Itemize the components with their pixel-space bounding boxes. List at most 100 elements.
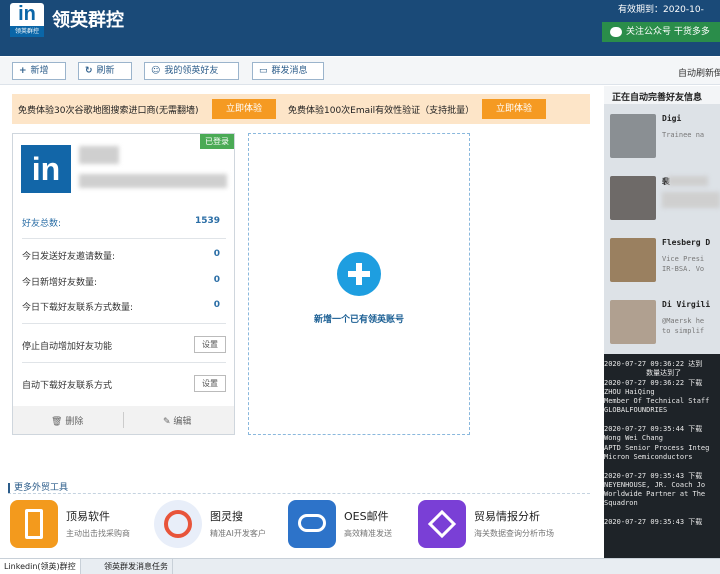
plus-circle-icon — [337, 252, 381, 296]
app-logo: in 领英群控 — [10, 3, 44, 37]
refresh-button[interactable]: ↻ 刷新 — [78, 62, 132, 80]
tool-name: 图灵搜 — [210, 510, 243, 523]
delete-button[interactable]: 🗑 删除 — [51, 414, 83, 427]
tool-desc: 高效精准发送 — [344, 529, 392, 538]
auto-refresh-countdown: 自动刷新倒 — [678, 69, 720, 79]
edit-button[interactable]: ✎ 编辑 — [163, 414, 191, 427]
tool-name: OES邮件 — [344, 510, 389, 523]
logo-text: in — [18, 3, 36, 25]
friends-total-label: 好友总数: — [22, 219, 62, 229]
cloud-mail-icon — [288, 500, 336, 548]
broadcast-message-button[interactable]: ▭ 群发消息 — [252, 62, 324, 80]
activity-log: 2020-07-27 09:36:22 达到 数量达到了 2020-07-27 … — [604, 354, 720, 558]
tab-linkedin-control[interactable]: Linkedin(领英)群控 — [0, 559, 81, 574]
tool-tulingsou[interactable]: 图灵搜 精准AI开发客户 — [154, 500, 304, 552]
divider — [123, 412, 124, 428]
users-icon: ☺ — [151, 66, 161, 76]
title-redacted — [662, 192, 720, 208]
wechat-icon — [610, 27, 622, 37]
stat-row: 今日发送好友邀请数量: 0 — [22, 249, 226, 262]
people-list: Digi Trainee na 裴 Flesberg D Vice Presi … — [604, 104, 720, 354]
message-label: 群发消息 — [271, 66, 308, 76]
person-title: Vice Presi IR-BSA. Vo — [662, 255, 705, 273]
promo-text-maps: 免费体验30次谷歌地图搜索进口商(无需翻墙) — [18, 106, 199, 116]
avatar — [610, 176, 656, 220]
follow-label: 关注公众号 干货多多 — [626, 27, 710, 37]
try-maps-button[interactable]: 立即体验 — [212, 99, 276, 119]
add-label: 新增 — [30, 66, 49, 76]
avatar — [610, 114, 656, 158]
my-friends-button[interactable]: ☺ 我的领英好友 — [144, 62, 239, 80]
stat-label: 今日新增好友数量: — [22, 278, 98, 288]
refresh-icon: ↻ — [85, 66, 93, 76]
tulingsou-icon — [154, 500, 202, 548]
stat-label: 今日下载好友联系方式数量: — [22, 303, 134, 313]
message-icon: ▭ — [259, 66, 268, 76]
sidebar: 正在自动完善好友信息 Digi Trainee na 裴 Flesberg D … — [604, 86, 720, 558]
stop-auto-add-settings-button[interactable]: 设置 — [194, 336, 226, 353]
stat-row: 今日下载好友联系方式数量: 0 — [22, 300, 226, 313]
app-title: 领英群控 — [52, 10, 124, 31]
stat-value: 0 — [213, 275, 220, 285]
add-button[interactable]: + 新增 — [12, 62, 66, 80]
list-item: Di Virgili @Maersk he to simplif — [604, 290, 720, 352]
stat-value: 0 — [213, 300, 220, 310]
tool-desc: 海关数据查询分析市场 — [474, 529, 554, 538]
network-icon — [418, 500, 466, 548]
person-name: Flesberg D — [662, 238, 711, 247]
person-name: Digi — [662, 114, 682, 123]
stat-label: 今日发送好友邀请数量: — [22, 252, 116, 262]
tool-desc: 主动出击找采购商 — [66, 529, 130, 538]
trash-icon: 🗑 — [51, 417, 63, 427]
tool-trade-intel[interactable]: 贸易情报分析 海关数据查询分析市场 — [418, 500, 568, 552]
linkedin-logo: in — [21, 145, 71, 193]
list-item: 裴 — [604, 166, 720, 228]
more-tools-header: 更多外贸工具 — [8, 480, 590, 494]
tool-oes-mail[interactable]: OES邮件 高效精准发送 — [288, 500, 438, 552]
divider — [22, 362, 226, 363]
auto-download-settings-button[interactable]: 设置 — [194, 375, 226, 392]
tool-name: 贸易情报分析 — [474, 510, 540, 523]
edit-label: 编辑 — [173, 417, 192, 427]
add-account-label: 新增一个已有领英账号 — [313, 315, 404, 325]
divider — [22, 323, 226, 324]
person-name: Di Virgili — [662, 300, 711, 309]
list-item: Digi Trainee na — [604, 104, 720, 166]
tool-dingyi[interactable]: 顶易软件 主动出击找采购商 — [10, 500, 160, 552]
expiry-date: 有效期到：2020-10- — [618, 5, 704, 15]
toolbar: + 新增 ↻ 刷新 ☺ 我的领英好友 ▭ 群发消息 自动刷新倒 — [0, 57, 720, 85]
account-email-redacted — [79, 174, 227, 188]
person-title: Trainee na — [662, 131, 705, 139]
dingyi-icon — [10, 500, 58, 548]
account-card: 已登录 in 好友总数: 1539 今日发送好友邀请数量: 0 今日新增好友数量: 0… — [12, 133, 235, 435]
try-email-button[interactable]: 立即体验 — [482, 99, 546, 119]
list-item: Flesberg D Vice Presi IR-BSA. Vo — [604, 228, 720, 290]
more-tools-title: 更多外贸工具 — [8, 483, 69, 493]
promo-text-email: 免费体验100次Email有效性验证（支持批量） — [288, 106, 475, 116]
plus-icon: + — [19, 66, 27, 76]
bottom-tabs: Linkedin(领英)群控 领英群发消息任务 — [0, 558, 720, 574]
account-name-redacted — [79, 146, 119, 164]
avatar — [610, 238, 656, 282]
friends-total-value: 1539 — [194, 216, 220, 226]
refresh-label: 刷新 — [96, 66, 115, 76]
title-bar: in 领英群控 领英群控 有效期到：2020-10- 关注公众号 干货多多 — [0, 0, 720, 56]
name-redacted — [668, 176, 708, 186]
delete-label: 删除 — [65, 417, 84, 427]
person-title: @Maersk he to simplif — [662, 317, 705, 335]
logo-sub: 领英群控 — [10, 26, 44, 37]
follow-wechat-button[interactable]: 关注公众号 干货多多 — [602, 22, 720, 42]
main-panel: 免费体验30次谷歌地图搜索进口商(无需翻墙) 立即体验 免费体验100次Emai… — [0, 86, 600, 558]
add-account-box[interactable]: 新增一个已有领英账号 — [248, 133, 470, 435]
stat-row: 今日新增好友数量: 0 — [22, 275, 226, 288]
tab-broadcast-task[interactable]: 领英群发消息任务 — [100, 559, 173, 574]
card-footer: 🗑 删除 ✎ 编辑 — [13, 406, 234, 434]
tool-name: 顶易软件 — [66, 510, 110, 523]
divider — [22, 238, 226, 239]
pencil-icon: ✎ — [163, 417, 171, 427]
promo-banner: 免费体验30次谷歌地图搜索进口商(无需翻墙) 立即体验 免费体验100次Emai… — [12, 94, 590, 124]
stat-value: 0 — [213, 249, 220, 259]
login-status-badge: 已登录 — [200, 134, 234, 149]
tool-desc: 精准AI开发客户 — [210, 529, 266, 538]
avatar — [610, 300, 656, 344]
